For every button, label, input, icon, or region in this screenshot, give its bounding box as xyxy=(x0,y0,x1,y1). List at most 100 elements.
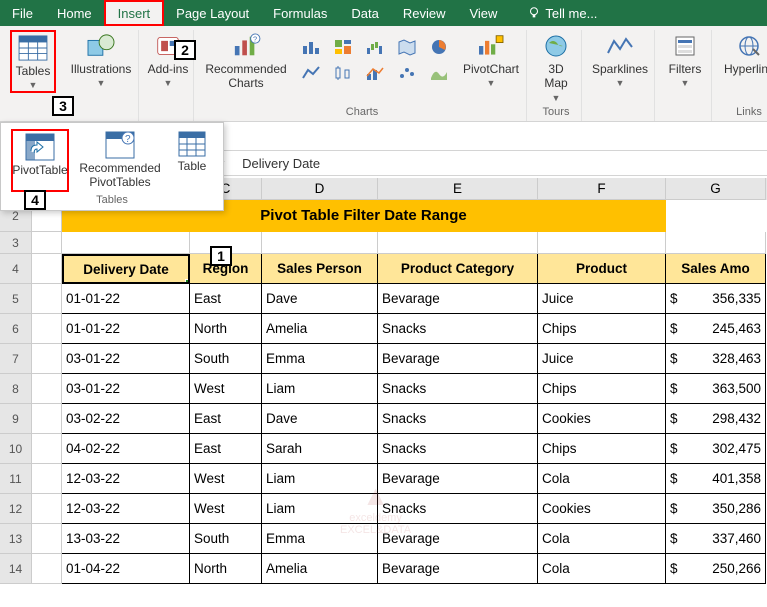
cell-delivery-date[interactable]: 13-03-22 xyxy=(62,524,190,554)
cell-product[interactable]: Chips xyxy=(538,314,666,344)
cell-product-category[interactable]: Bevarage xyxy=(378,524,538,554)
cell-product-category[interactable]: Bevarage xyxy=(378,464,538,494)
col-header-e[interactable]: E xyxy=(378,178,538,200)
cell-blank[interactable] xyxy=(378,232,538,254)
cell-sales-person[interactable]: Dave xyxy=(262,284,378,314)
cell-region[interactable]: North xyxy=(190,554,262,584)
cell-product[interactable]: Cookies xyxy=(538,404,666,434)
pivotchart-button[interactable]: PivotChart ▼ xyxy=(460,30,522,89)
header-product-category[interactable]: Product Category xyxy=(378,254,538,284)
header-product[interactable]: Product xyxy=(538,254,666,284)
row-header[interactable]: 7 xyxy=(0,344,32,374)
line-chart-icon[interactable] xyxy=(300,62,322,84)
filters-button[interactable]: Filters ▼ xyxy=(663,30,707,89)
cell-sales-person[interactable]: Liam xyxy=(262,494,378,524)
row-header[interactable]: 5 xyxy=(0,284,32,314)
cell-product-category[interactable]: Snacks xyxy=(378,404,538,434)
tab-view[interactable]: View xyxy=(457,0,509,26)
row-header[interactable]: 8 xyxy=(0,374,32,404)
cell-blank[interactable] xyxy=(666,232,766,254)
tab-data[interactable]: Data xyxy=(339,0,390,26)
cell-region[interactable]: West xyxy=(190,464,262,494)
cell-sales-person[interactable]: Liam xyxy=(262,464,378,494)
cell-region[interactable]: South xyxy=(190,524,262,554)
hierarchy-chart-icon[interactable] xyxy=(332,36,354,58)
cell-blank[interactable] xyxy=(32,284,62,314)
cell-region[interactable]: East xyxy=(190,404,262,434)
cell-product-category[interactable]: Snacks xyxy=(378,494,538,524)
cell-product[interactable]: Cookies xyxy=(538,494,666,524)
pivottable-button[interactable]: PivotTable xyxy=(11,129,69,192)
cell-blank[interactable] xyxy=(62,232,190,254)
surface-chart-icon[interactable] xyxy=(428,62,450,84)
map3d-button[interactable]: 3D Map ▼ xyxy=(535,30,577,104)
tab-review[interactable]: Review xyxy=(391,0,458,26)
cell-product-category[interactable]: Snacks xyxy=(378,374,538,404)
sparklines-button[interactable]: Sparklines ▼ xyxy=(590,30,650,89)
cell-sales-amount[interactable]: $250,266 xyxy=(666,554,766,584)
cell-product[interactable]: Juice xyxy=(538,284,666,314)
illustrations-button[interactable]: Illustrations ▼ xyxy=(68,30,134,89)
cell-delivery-date[interactable]: 03-01-22 xyxy=(62,374,190,404)
row-header[interactable]: 11 xyxy=(0,464,32,494)
cell-sales-person[interactable]: Emma xyxy=(262,344,378,374)
cell-sales-amount[interactable]: $401,358 xyxy=(666,464,766,494)
row-header[interactable]: 12 xyxy=(0,494,32,524)
cell-sales-amount[interactable]: $298,432 xyxy=(666,404,766,434)
cell-sales-amount[interactable]: $363,500 xyxy=(666,374,766,404)
cell-sales-person[interactable]: Sarah xyxy=(262,434,378,464)
cell-product-category[interactable]: Snacks xyxy=(378,314,538,344)
cell-product-category[interactable]: Bevarage xyxy=(378,554,538,584)
statistic-chart-icon[interactable] xyxy=(332,62,354,84)
hyperlink-button[interactable]: Hyperlink xyxy=(720,30,767,76)
pie-chart-icon[interactable] xyxy=(428,36,450,58)
tab-page-layout[interactable]: Page Layout xyxy=(164,0,261,26)
cell-blank[interactable] xyxy=(32,314,62,344)
row-header[interactable]: 13 xyxy=(0,524,32,554)
tab-file[interactable]: File xyxy=(0,0,45,26)
cell-sales-person[interactable]: Amelia xyxy=(262,314,378,344)
row-header[interactable]: 10 xyxy=(0,434,32,464)
tables-button[interactable]: Tables ▼ xyxy=(10,30,56,93)
cell-product[interactable]: Cola xyxy=(538,464,666,494)
fill-handle[interactable] xyxy=(185,279,190,284)
waterfall-chart-icon[interactable] xyxy=(364,36,386,58)
cell-blank[interactable] xyxy=(262,232,378,254)
scatter-chart-icon[interactable] xyxy=(396,62,418,84)
col-header-f[interactable]: F xyxy=(538,178,666,200)
cell-region[interactable]: West xyxy=(190,374,262,404)
column-chart-icon[interactable] xyxy=(300,36,322,58)
map-chart-icon[interactable] xyxy=(396,36,418,58)
col-header-d[interactable]: D xyxy=(262,178,378,200)
cell-region[interactable]: East xyxy=(190,434,262,464)
cell-blank[interactable] xyxy=(32,344,62,374)
cell-delivery-date[interactable]: 03-02-22 xyxy=(62,404,190,434)
cell-sales-person[interactable]: Liam xyxy=(262,374,378,404)
cell-blank[interactable] xyxy=(32,254,62,284)
row-header[interactable]: 3 xyxy=(0,232,32,254)
cell-sales-person[interactable]: Emma xyxy=(262,524,378,554)
cell-blank[interactable] xyxy=(32,232,62,254)
cell-product[interactable]: Cola xyxy=(538,524,666,554)
header-sales-amount[interactable]: Sales Amo xyxy=(666,254,766,284)
row-header[interactable]: 14 xyxy=(0,554,32,584)
cell-blank[interactable] xyxy=(32,494,62,524)
cell-region[interactable]: East xyxy=(190,284,262,314)
cell-delivery-date[interactable]: 12-03-22 xyxy=(62,494,190,524)
cell-sales-amount[interactable]: $337,460 xyxy=(666,524,766,554)
cell-region[interactable]: West xyxy=(190,494,262,524)
table-button[interactable]: Table xyxy=(171,129,213,192)
cell-region[interactable]: North xyxy=(190,314,262,344)
cell-blank[interactable] xyxy=(32,524,62,554)
cell-sales-amount[interactable]: $245,463 xyxy=(666,314,766,344)
cell-sales-amount[interactable]: $328,463 xyxy=(666,344,766,374)
cell-sales-person[interactable]: Dave xyxy=(262,404,378,434)
cell-blank[interactable] xyxy=(32,554,62,584)
cell-product[interactable]: Cola xyxy=(538,554,666,584)
cell-delivery-date[interactable]: 01-04-22 xyxy=(62,554,190,584)
tab-insert[interactable]: Insert xyxy=(104,0,165,26)
col-header-g[interactable]: G xyxy=(666,178,766,200)
recommended-charts-button[interactable]: ? Recommended Charts xyxy=(202,30,290,91)
cell-blank[interactable] xyxy=(32,464,62,494)
cell-product-category[interactable]: Snacks xyxy=(378,434,538,464)
